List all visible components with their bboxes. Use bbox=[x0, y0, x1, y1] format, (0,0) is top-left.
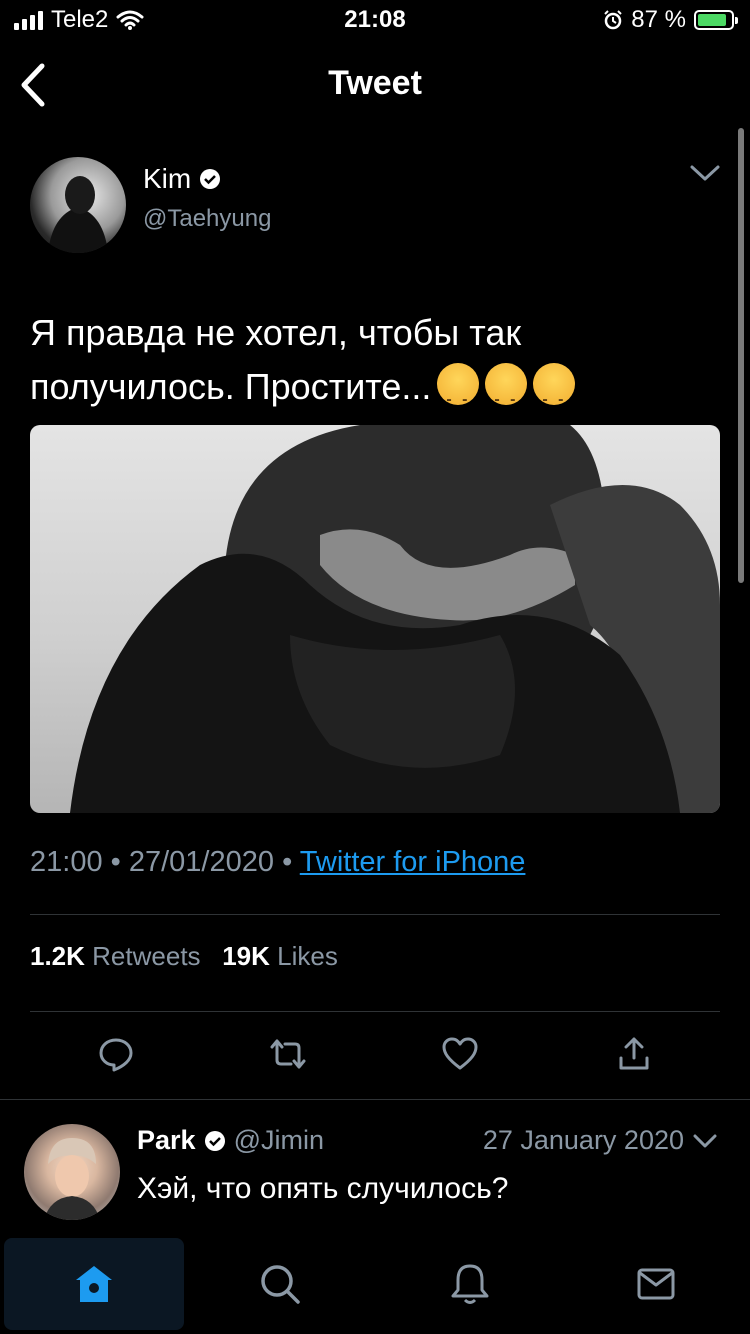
status-bar: Tele2 21:08 87 % bbox=[0, 0, 750, 40]
tab-home[interactable] bbox=[4, 1238, 184, 1330]
battery-percent: 87 % bbox=[631, 6, 686, 33]
share-icon[interactable] bbox=[616, 1036, 652, 1072]
battery-icon bbox=[694, 10, 738, 30]
likes-stat[interactable]: 19K Likes bbox=[222, 941, 338, 971]
tweet-date: 27/01/2020 bbox=[128, 846, 275, 878]
reply-author-handle[interactable]: @Jimin bbox=[234, 1125, 324, 1156]
meta-separator: • bbox=[110, 846, 129, 878]
reply-header: Park @Jimin bbox=[137, 1125, 324, 1156]
pensive-face-emoji-icon bbox=[485, 363, 528, 427]
reply-text: Хэй, что опять случилось? bbox=[137, 1172, 509, 1205]
search-icon bbox=[261, 1265, 300, 1304]
avatar-figure bbox=[44, 1138, 100, 1220]
pensive-face-emoji-icon bbox=[533, 363, 576, 427]
tweet-time: 21:00 bbox=[30, 846, 103, 878]
tweet-actions bbox=[30, 1030, 720, 1080]
likes-label: Likes bbox=[277, 941, 338, 971]
tweet-photo[interactable] bbox=[30, 425, 720, 813]
envelope-icon bbox=[637, 1268, 675, 1300]
like-heart-icon[interactable] bbox=[442, 1036, 478, 1072]
divider bbox=[30, 914, 720, 915]
reply-avatar[interactable] bbox=[24, 1124, 120, 1220]
reply-date: 27 January 2020 bbox=[482, 1125, 684, 1155]
reply-author-name[interactable]: Park bbox=[137, 1125, 196, 1156]
tab-messages[interactable] bbox=[566, 1238, 746, 1330]
bell-icon bbox=[451, 1264, 489, 1304]
bottom-tab-bar bbox=[0, 1238, 750, 1334]
author-name[interactable]: Kim bbox=[143, 163, 191, 195]
alarm-icon bbox=[604, 10, 623, 30]
retweets-count: 1.2K bbox=[30, 941, 85, 971]
tweet-text-line-2-text: получилось. Простите... bbox=[30, 366, 432, 407]
home-icon bbox=[76, 1266, 112, 1302]
chevron-down-icon[interactable] bbox=[688, 158, 722, 188]
reply-icon[interactable] bbox=[98, 1036, 134, 1072]
tweet-text-line-1: Я правда не хотел, чтобы так bbox=[30, 312, 522, 353]
author-avatar[interactable] bbox=[30, 157, 126, 253]
divider bbox=[30, 1011, 720, 1012]
tweet-text: Я правда не хотел, чтобы так получилось.… bbox=[30, 306, 710, 427]
likes-count: 19K bbox=[222, 941, 270, 971]
tweet-photo-image bbox=[70, 425, 720, 813]
chevron-down-icon[interactable] bbox=[692, 1131, 718, 1151]
tweet-stats: 1.2K Retweets 19K Likes bbox=[30, 941, 338, 972]
top-navigation: Tweet bbox=[0, 50, 750, 120]
scrollbar[interactable] bbox=[738, 128, 744, 583]
retweets-stat[interactable]: 1.2K Retweets bbox=[30, 941, 201, 971]
tweet-meta: 21:00 • 27/01/2020 • Twitter for iPhone bbox=[30, 846, 525, 879]
tweet-source-link[interactable]: Twitter for iPhone bbox=[300, 846, 526, 878]
divider bbox=[0, 1099, 750, 1100]
verified-badge-icon bbox=[200, 169, 221, 189]
retweets-label: Retweets bbox=[92, 941, 201, 971]
status-right: 87 % bbox=[603, 6, 738, 34]
verified-badge-icon bbox=[204, 1130, 225, 1151]
meta-separator: • bbox=[282, 846, 300, 878]
tab-notifications[interactable] bbox=[380, 1238, 560, 1330]
author-name-row[interactable]: Kim bbox=[143, 163, 221, 195]
page-title: Tweet bbox=[328, 64, 422, 102]
tab-search[interactable] bbox=[190, 1238, 370, 1330]
author-handle[interactable]: @Taehyung bbox=[143, 205, 271, 233]
reply-date-row: 27 January 2020 bbox=[483, 1125, 718, 1156]
avatar-figure bbox=[48, 176, 108, 253]
pensive-face-emoji-icon bbox=[437, 363, 480, 427]
retweet-icon[interactable] bbox=[270, 1036, 306, 1072]
tweet-text-line-2: получилось. Простите... bbox=[30, 360, 710, 427]
